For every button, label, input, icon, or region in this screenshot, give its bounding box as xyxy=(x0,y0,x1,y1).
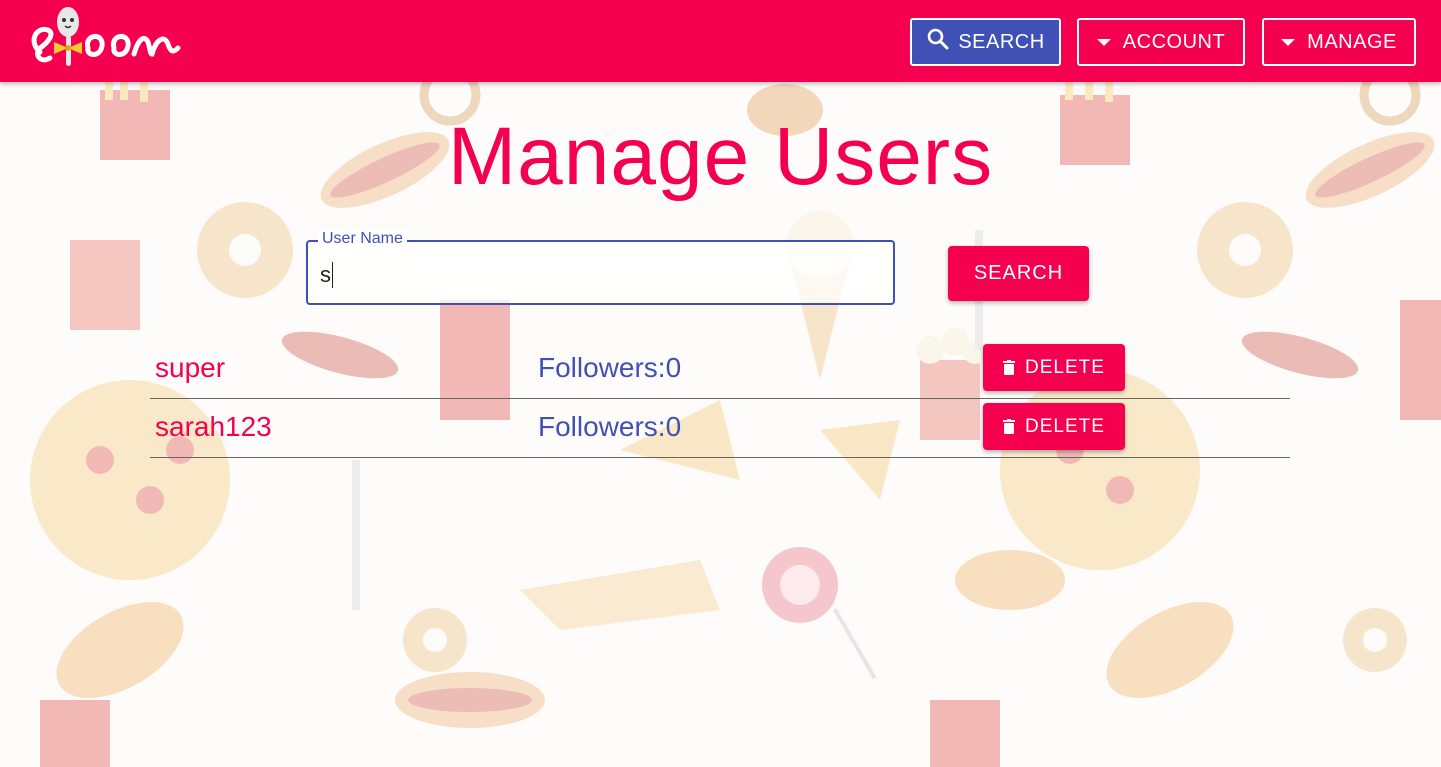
spoon-logo[interactable] xyxy=(26,4,186,74)
text-cursor xyxy=(332,262,333,288)
nav-search-button[interactable]: SEARCH xyxy=(910,18,1061,66)
user-name-input[interactable]: s xyxy=(320,262,333,288)
page-title: Manage Users xyxy=(447,111,994,202)
nav-account-label: ACCOUNT xyxy=(1122,30,1226,53)
search-icon xyxy=(926,27,950,57)
app-bar: SEARCH ACCOUNT MANAGE xyxy=(0,0,1441,82)
delete-label: DELETE xyxy=(1025,356,1105,378)
delete-user-button[interactable]: DELETE xyxy=(983,403,1125,450)
user-name-field-label: User Name xyxy=(318,230,407,248)
nav-manage-label: MANAGE xyxy=(1307,30,1397,53)
search-users-button[interactable]: SEARCH xyxy=(948,246,1089,301)
user-name[interactable]: super xyxy=(155,352,225,384)
delete-label: DELETE xyxy=(1025,415,1105,437)
caret-down-icon xyxy=(1281,38,1296,46)
trash-icon xyxy=(1003,419,1016,434)
followers-count: Followers:0 xyxy=(538,411,682,442)
user-row: super Followers:0 DELETE xyxy=(150,340,1290,399)
delete-user-button[interactable]: DELETE xyxy=(983,344,1125,391)
user-name[interactable]: sarah123 xyxy=(155,411,272,443)
caret-down-icon xyxy=(1096,38,1111,46)
nav-manage-button[interactable]: MANAGE xyxy=(1262,18,1416,66)
main-content: Manage Users User Name s SEARCH super Fo… xyxy=(0,82,1441,767)
followers-count: Followers:0 xyxy=(538,352,682,383)
user-name-input-value: s xyxy=(320,262,331,287)
trash-icon xyxy=(1003,360,1016,375)
user-row: sarah123 Followers:0 DELETE xyxy=(150,399,1290,458)
nav-account-button[interactable]: ACCOUNT xyxy=(1077,18,1245,66)
nav-search-label: SEARCH xyxy=(958,30,1045,53)
user-name-field[interactable]: User Name s xyxy=(306,230,895,305)
